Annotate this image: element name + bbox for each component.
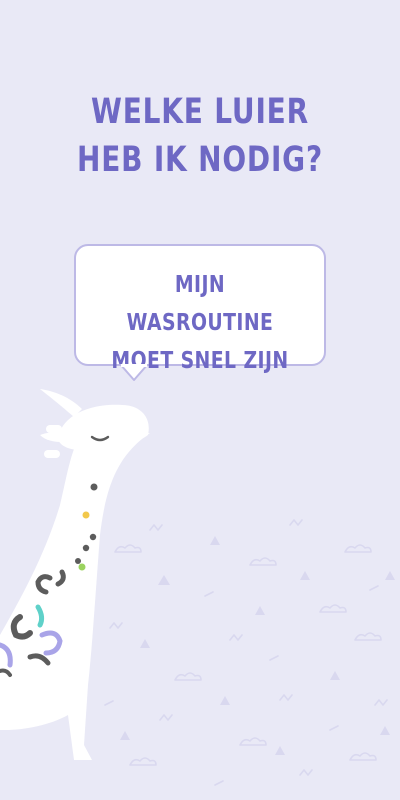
speech-bubble-text: MIJN WASROUTINE MOET SNEL ZIJN xyxy=(98,266,301,380)
giraffe-illustration xyxy=(0,389,150,760)
giraffe-body xyxy=(0,433,150,760)
giraffe-ear-left xyxy=(40,389,82,417)
page-title: WELKE LUIER HEB IK NODIG? xyxy=(40,88,360,184)
title-line-2: HEB IK NODIG? xyxy=(76,140,324,180)
screen: WELKE LUIER HEB IK NODIG? MIJN WASROUTIN… xyxy=(0,0,400,800)
speech-bubble[interactable]: MIJN WASROUTINE MOET SNEL ZIJN xyxy=(74,244,326,374)
giraffe-ear-right xyxy=(40,431,80,443)
title-line-1: WELKE LUIER xyxy=(91,92,309,132)
speech-bubble-line-1: MIJN WASROUTINE xyxy=(126,272,274,336)
speech-bubble-tail xyxy=(119,364,149,381)
